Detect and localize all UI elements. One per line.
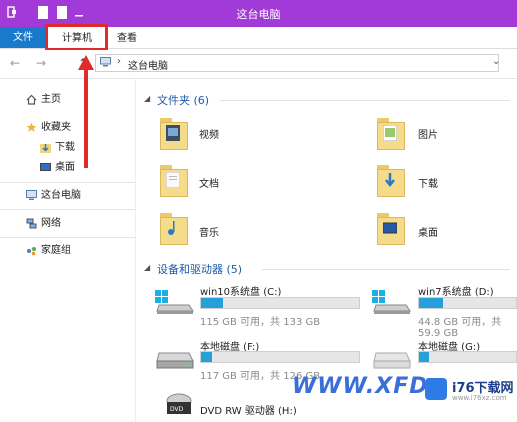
- annotation-arrow-icon: [78, 55, 94, 168]
